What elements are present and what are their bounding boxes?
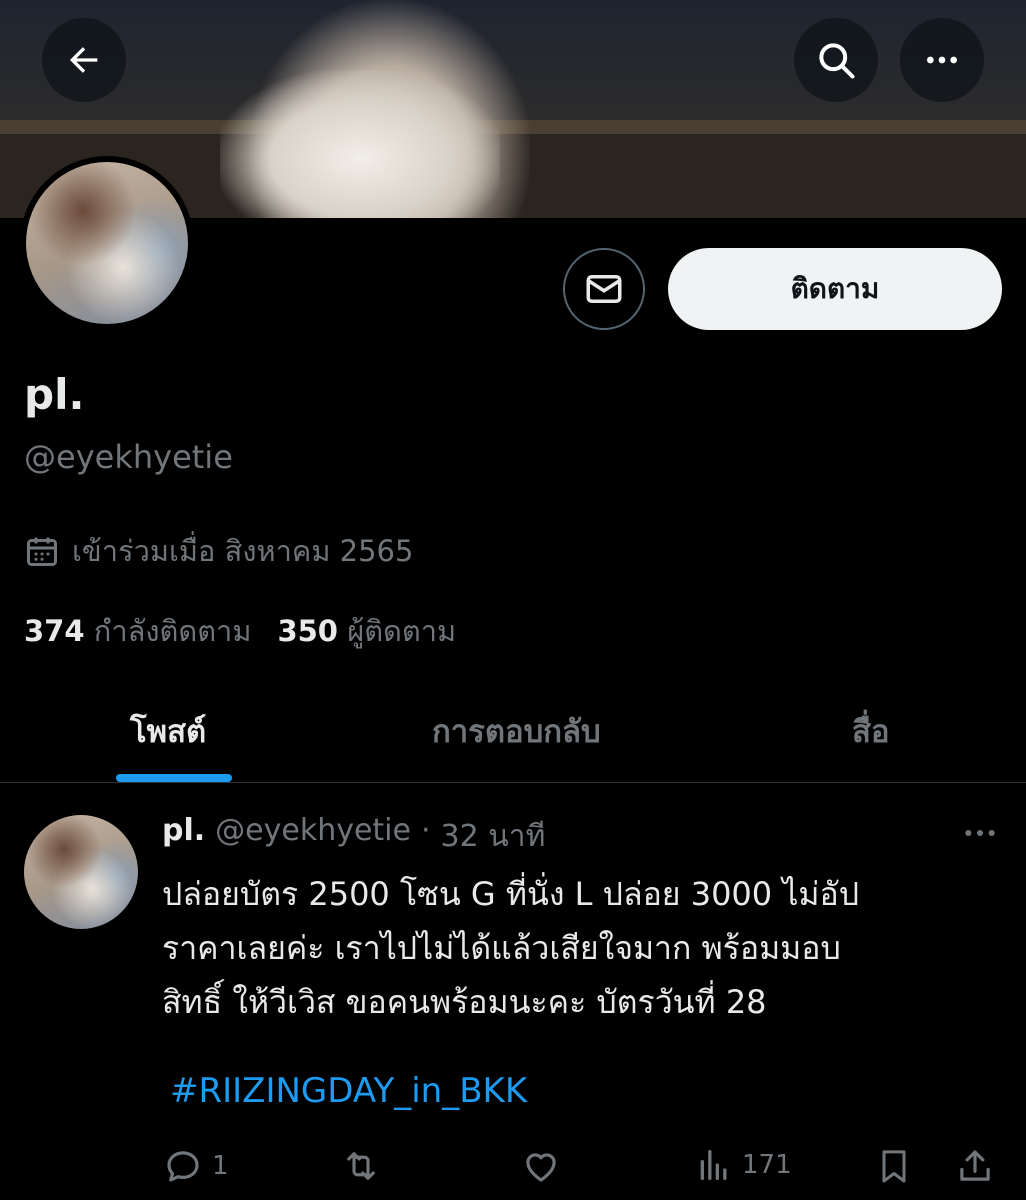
following-link[interactable]: 374 กำลังติดตาม <box>24 608 251 654</box>
search-icon <box>819 43 855 79</box>
followers-label: ผู้ติดตาม <box>347 614 457 648</box>
post-text-line: ปล่อยบัตร 2500 โซน G ที่นั่ง L ปล่อย 300… <box>162 875 860 913</box>
back-button[interactable] <box>42 18 126 102</box>
more-icon <box>927 56 957 64</box>
joined-text: เข้าร่วมเมื่อ สิงหาคม 2565 <box>72 534 414 568</box>
post-header: pl. @eyekhyetie · 32 นาที <box>162 813 545 860</box>
more-icon <box>965 830 995 836</box>
follow-button[interactable]: ติดตาม <box>668 248 1002 330</box>
post-time[interactable]: 32 นาที <box>441 813 546 860</box>
post-separator: · <box>420 813 431 848</box>
bookmark-icon <box>882 1150 906 1183</box>
retweet-button[interactable] <box>338 1145 384 1187</box>
post-avatar[interactable] <box>24 815 138 929</box>
reply-button[interactable]: 1 <box>162 1145 229 1187</box>
display-name: pl. <box>24 370 85 419</box>
post-author-handle[interactable]: @eyekhyetie <box>215 813 411 860</box>
profile-avatar[interactable] <box>20 156 194 330</box>
retweet-icon <box>347 1152 375 1180</box>
post-actions: 1 171 <box>0 1137 1026 1187</box>
view-count: 171 <box>742 1150 792 1180</box>
post-more-button[interactable] <box>958 813 1002 857</box>
like-button[interactable] <box>520 1145 562 1187</box>
following-count: 374 <box>24 614 85 648</box>
mail-icon <box>586 275 622 303</box>
post-text: ปล่อยบัตร 2500 โซน G ที่นั่ง L ปล่อย 300… <box>162 867 1012 1029</box>
views-icon <box>700 1150 727 1180</box>
post-hashtag[interactable]: #RIIZINGDAY_in_BKK <box>170 1071 527 1111</box>
more-button[interactable] <box>900 18 984 102</box>
tab-replies[interactable]: การตอบกลับ <box>432 706 601 756</box>
follow-stats: 374 กำลังติดตาม 350 ผู้ติดตาม <box>24 608 456 654</box>
active-tab-indicator <box>116 774 232 782</box>
post-text-line: ราคาเลยค่ะ เราไปไม่ได้แล้วเสียใจมาก พร้อ… <box>162 929 841 967</box>
share-button[interactable] <box>954 1145 996 1187</box>
followers-link[interactable]: 350 ผู้ติดตาม <box>277 608 456 654</box>
joined-date: เข้าร่วมเมื่อ สิงหาคม 2565 <box>24 528 413 574</box>
views-button[interactable]: 171 <box>694 1145 792 1185</box>
reply-count: 1 <box>212 1151 229 1181</box>
bookmark-button[interactable] <box>874 1145 914 1187</box>
message-button[interactable] <box>563 248 645 330</box>
tab-posts[interactable]: โพสต์ <box>130 706 206 756</box>
post-text-line: สิทธิ์ ให้วีเวิส ขอคนพร้อมนะคะ บัตรวันที… <box>162 983 767 1021</box>
search-button[interactable] <box>794 18 878 102</box>
share-icon <box>960 1150 990 1181</box>
profile-handle: @eyekhyetie <box>24 438 233 476</box>
back-arrow-icon <box>70 47 98 73</box>
post-author-name[interactable]: pl. <box>162 813 205 860</box>
profile-tabs: โพสต์ การตอบกลับ สื่อ <box>0 670 1026 783</box>
calendar-icon <box>27 537 57 566</box>
followers-count: 350 <box>277 614 338 648</box>
following-label: กำลังติดตาม <box>93 614 252 648</box>
tab-media[interactable]: สื่อ <box>852 706 890 756</box>
profile-avatar-image <box>26 162 188 324</box>
like-icon <box>526 1153 556 1182</box>
banner-dress <box>220 70 500 218</box>
reply-icon <box>167 1151 199 1182</box>
